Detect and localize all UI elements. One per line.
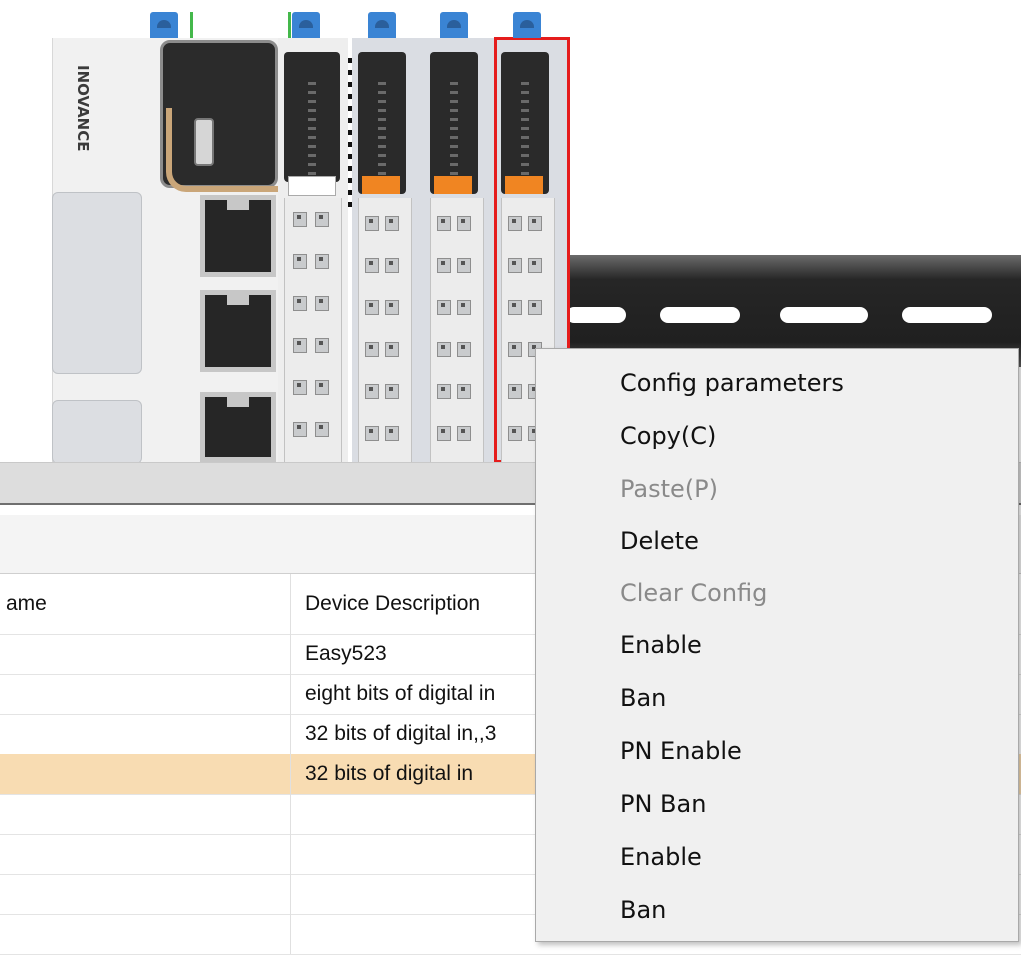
brand-logo: INOVANCE xyxy=(74,65,92,152)
ethernet-port xyxy=(200,392,276,462)
cell-name xyxy=(0,634,289,674)
controller-label-panel xyxy=(52,192,142,374)
cell-name xyxy=(0,874,289,914)
cell-name xyxy=(0,794,289,834)
module-status-panel xyxy=(284,52,340,182)
cell-name xyxy=(0,834,289,874)
rail-slot xyxy=(660,307,740,323)
io-module[interactable] xyxy=(352,38,430,462)
context-menu: Config parameters Copy(C) Paste(P) Delet… xyxy=(535,348,1019,942)
menu-item-ban[interactable]: Ban xyxy=(536,672,1018,724)
menu-item-config-parameters[interactable]: Config parameters xyxy=(536,357,1018,409)
connector-tab xyxy=(292,12,320,38)
connector-edge xyxy=(288,12,291,38)
menu-item-paste: Paste(P) xyxy=(620,475,718,503)
ethernet-port xyxy=(200,195,276,277)
connector-edge xyxy=(190,12,193,38)
rail-slot xyxy=(566,307,626,323)
cell-name xyxy=(0,914,289,954)
column-header-name[interactable]: ame xyxy=(0,574,289,634)
connector-tab xyxy=(513,12,541,38)
menu-item-enable[interactable]: Enable xyxy=(536,619,1018,671)
rail-slot xyxy=(780,307,868,323)
module-status-panel xyxy=(358,52,406,194)
connector-tab xyxy=(440,12,468,38)
menu-item-delete[interactable]: Delete xyxy=(536,515,1018,567)
terminal-block xyxy=(430,198,484,462)
cell-name xyxy=(0,754,289,794)
menu-item-copy[interactable]: Copy(C) xyxy=(536,410,1018,462)
module-indicator xyxy=(505,176,543,194)
io-module[interactable] xyxy=(424,38,502,462)
connector-tab xyxy=(368,12,396,38)
terminal-block xyxy=(284,198,342,462)
module-status-panel xyxy=(430,52,478,194)
connector-tab xyxy=(150,12,178,38)
controller-label-panel xyxy=(52,400,142,462)
cell-name xyxy=(0,714,289,754)
module-indicator xyxy=(288,176,336,196)
menu-item-pn-enable[interactable]: PN Enable xyxy=(536,725,1018,777)
menu-item-ban-2[interactable]: Ban xyxy=(536,884,1018,936)
io-module[interactable] xyxy=(278,38,354,462)
usb-port xyxy=(194,118,214,166)
ethernet-port xyxy=(200,290,276,372)
menu-item-clear-config: Clear Config xyxy=(620,579,768,607)
module-status-panel xyxy=(501,52,549,194)
rail-slot xyxy=(902,307,992,323)
menu-item-pn-ban[interactable]: PN Ban xyxy=(536,778,1018,830)
menu-item-enable-2[interactable]: Enable xyxy=(536,831,1018,883)
cell-name xyxy=(0,674,289,714)
controller-cable-trim xyxy=(166,108,280,192)
terminal-block xyxy=(358,198,412,462)
module-indicator xyxy=(434,176,472,194)
module-indicator xyxy=(362,176,400,194)
